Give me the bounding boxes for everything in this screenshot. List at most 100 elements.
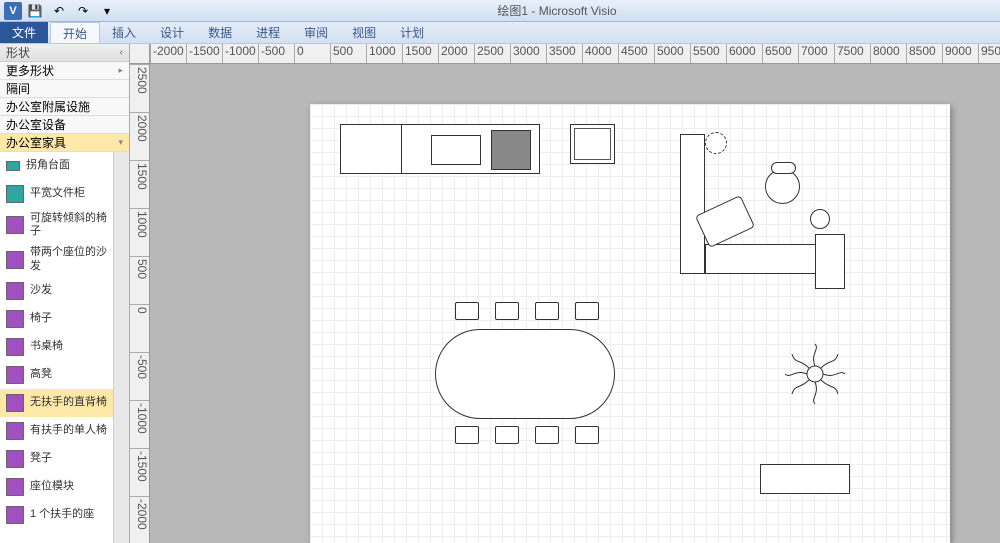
shape-stencil-icon: [6, 216, 24, 234]
ruler-tick: 7500: [834, 44, 864, 63]
drawing-page[interactable]: [310, 104, 950, 543]
shape-stencil-icon: [6, 251, 24, 269]
shape-label: 高凳: [30, 368, 52, 381]
ribbon-tab-home[interactable]: 开始: [50, 22, 100, 43]
shape-item[interactable]: 无扶手的直背椅: [0, 389, 113, 417]
shape-stencil-icon: [6, 422, 24, 440]
ruler-tick: -1500: [130, 448, 149, 482]
shape-item[interactable]: 带两个座位的沙发: [0, 242, 113, 276]
save-button[interactable]: 💾: [24, 2, 46, 20]
side-chair-shape[interactable]: [765, 169, 800, 204]
plant-shape[interactable]: [705, 132, 727, 154]
chair-shape[interactable]: [495, 426, 519, 444]
cabinet-shape[interactable]: [340, 124, 540, 174]
ribbon-tab-file[interactable]: 文件: [0, 22, 48, 43]
shape-item[interactable]: 有扶手的单人椅: [0, 417, 113, 445]
shape-stencil-icon: [6, 161, 20, 171]
shape-item[interactable]: 平宽文件柜: [0, 180, 113, 208]
chair-shape[interactable]: [455, 426, 479, 444]
ruler-tick: 3500: [546, 44, 576, 63]
ruler-tick: 1500: [130, 160, 149, 190]
ruler-vertical[interactable]: 25002000150010005000-500-1000-1500-2000: [130, 64, 150, 543]
chair-shape[interactable]: [495, 302, 519, 320]
shape-stencil-icon: [6, 338, 24, 356]
shape-label: 书桌椅: [30, 340, 63, 353]
section-equipment[interactable]: 办公室设备: [0, 116, 129, 134]
shelf-shape[interactable]: [815, 234, 845, 289]
section-label: 隔间: [6, 80, 30, 97]
ruler-tick: 500: [330, 44, 353, 63]
more-shapes-label: 更多形状: [6, 62, 54, 79]
chair-shape[interactable]: [575, 426, 599, 444]
sofa-l-shape[interactable]: [680, 134, 705, 274]
ruler-tick: -2000: [130, 496, 149, 530]
shapes-panel-title: 形状: [6, 44, 30, 61]
shape-item[interactable]: 沙发: [0, 277, 113, 305]
chair-shape[interactable]: [455, 302, 479, 320]
shape-label: 凳子: [30, 452, 52, 465]
shape-item[interactable]: 椅子: [0, 305, 113, 333]
chevron-left-icon[interactable]: ‹: [120, 47, 123, 58]
conference-table-shape[interactable]: [435, 329, 615, 419]
ruler-tick: 1500: [402, 44, 432, 63]
shape-stencil-icon: [6, 366, 24, 384]
round-table-shape[interactable]: [810, 209, 830, 229]
ruler-tick: -500: [258, 44, 285, 63]
ribbon-tab-plan[interactable]: 计划: [388, 22, 436, 43]
shape-label: 座位模块: [30, 480, 74, 493]
shapes-panel: 形状 ‹ 更多形状 ▸ 隔间 办公室附属设施 办公室设备 办公室家具 ▾ 拐角台…: [0, 44, 130, 543]
section-furniture[interactable]: 办公室家具 ▾: [0, 134, 129, 152]
canvas-area: -2000-1500-1000-500050010001500200025003…: [130, 44, 1000, 543]
shape-list[interactable]: 拐角台面平宽文件柜可旋转倾斜的椅子带两个座位的沙发沙发椅子书桌椅高凳无扶手的直背…: [0, 152, 113, 543]
title-bar: V 💾 ↶ ↷ ▾ 绘图1 - Microsoft Visio: [0, 0, 1000, 22]
ruler-tick: 8500: [906, 44, 936, 63]
ruler-tick: 5500: [690, 44, 720, 63]
shape-item[interactable]: 拐角台面: [0, 152, 113, 180]
sink-shape[interactable]: [570, 124, 615, 164]
shape-item[interactable]: 1 个扶手的座: [0, 501, 113, 529]
ribbon-tab-process[interactable]: 进程: [244, 22, 292, 43]
shape-label: 平宽文件柜: [30, 187, 85, 200]
ribbon-tab-review[interactable]: 审阅: [292, 22, 340, 43]
ruler-tick: 2500: [130, 64, 149, 94]
shape-stencil-icon: [6, 394, 24, 412]
shape-item[interactable]: 书桌椅: [0, 333, 113, 361]
window-title: 绘图1 - Microsoft Visio: [118, 2, 996, 19]
ruler-tick: 0: [130, 304, 149, 314]
ruler-horizontal[interactable]: -2000-1500-1000-500050010001500200025003…: [150, 44, 1000, 64]
chair-shape[interactable]: [575, 302, 599, 320]
redo-button[interactable]: ↷: [72, 2, 94, 20]
shape-stencil-icon: [6, 450, 24, 468]
ruler-tick: 1000: [130, 208, 149, 238]
section-partition[interactable]: 隔间: [0, 80, 129, 98]
shape-label: 椅子: [30, 312, 52, 325]
shape-item[interactable]: 凳子: [0, 445, 113, 473]
ruler-tick: 7000: [798, 44, 828, 63]
sofa-shape[interactable]: [705, 244, 825, 274]
shape-item[interactable]: 可旋转倾斜的椅子: [0, 208, 113, 242]
canvas-viewport[interactable]: [150, 64, 1000, 543]
shape-stencil-icon: [6, 310, 24, 328]
more-shapes-row[interactable]: 更多形状 ▸: [0, 62, 129, 80]
undo-button[interactable]: ↶: [48, 2, 70, 20]
ribbon-tab-insert[interactable]: 插入: [100, 22, 148, 43]
shape-item[interactable]: 高凳: [0, 361, 113, 389]
scrollbar-vertical[interactable]: [113, 152, 129, 543]
ruler-tick: 2000: [130, 112, 149, 142]
ribbon-tab-data[interactable]: 数据: [196, 22, 244, 43]
shape-item[interactable]: 座位模块: [0, 473, 113, 501]
shape-label: 拐角台面: [26, 159, 70, 172]
ruler-tick: 4500: [618, 44, 648, 63]
chair-shape[interactable]: [535, 426, 559, 444]
qat-dropdown[interactable]: ▾: [96, 2, 118, 20]
app-icon[interactable]: V: [4, 2, 22, 20]
ruler-tick: -500: [130, 352, 149, 379]
chair-shape[interactable]: [535, 302, 559, 320]
section-accessories[interactable]: 办公室附属设施: [0, 98, 129, 116]
shapes-panel-header[interactable]: 形状 ‹: [0, 44, 129, 62]
plant-large-shape[interactable]: [780, 339, 850, 409]
ribbon-tab-view[interactable]: 视图: [340, 22, 388, 43]
section-label: 办公室设备: [6, 116, 66, 133]
desk-shape[interactable]: [760, 464, 850, 494]
ribbon-tab-design[interactable]: 设计: [148, 22, 196, 43]
